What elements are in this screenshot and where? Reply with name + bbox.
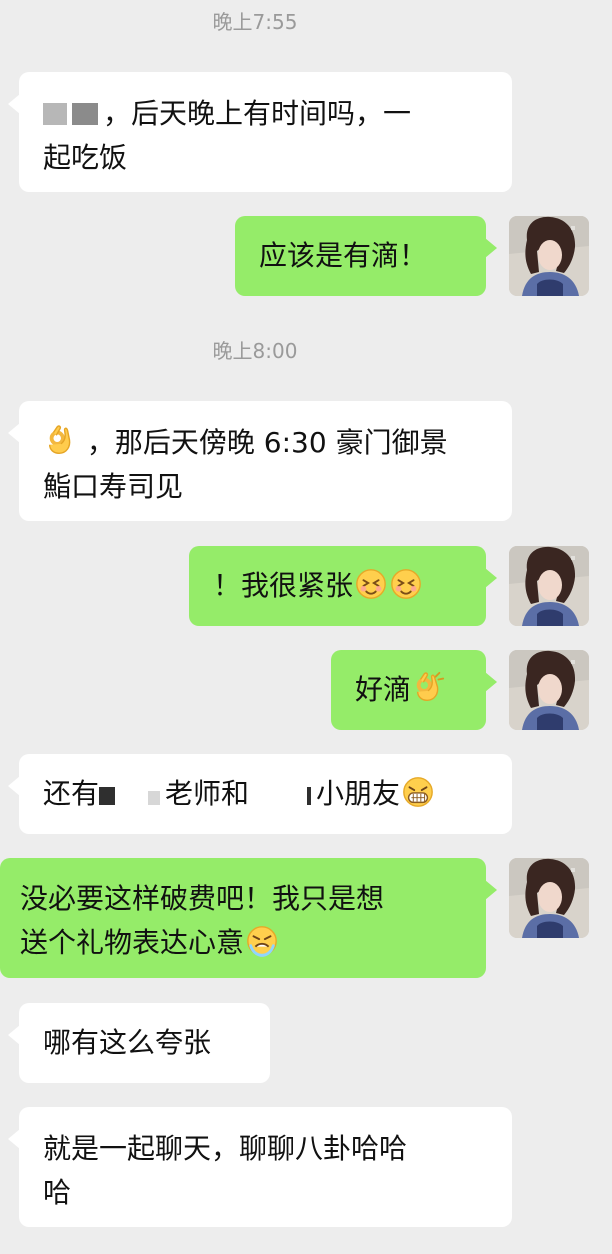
grin-icon	[401, 775, 435, 809]
message-bubble-outgoing-2[interactable]: ！我很紧张	[189, 546, 497, 626]
message-text: ，那后天傍晚 6:30 豪门御景	[86, 426, 448, 459]
chat-thread: 晚上7:55 ，后天晚上有时间吗，一 起吃饭 应该是有滴！ 晚上8:00 ，那后…	[0, 0, 612, 1254]
timestamp-2: 晚上8:00	[212, 339, 298, 363]
redaction-mark	[72, 103, 98, 125]
ok-hand-icon	[412, 671, 446, 705]
message-text: 哪有这么夸张	[43, 1026, 212, 1059]
redaction-mark	[307, 787, 312, 805]
message-text: ，后天晚上有时间吗，一	[103, 97, 412, 130]
ok-hand-icon	[44, 424, 78, 458]
avatar[interactable]	[509, 858, 589, 938]
redaction-mark	[43, 103, 67, 125]
avatar[interactable]	[509, 546, 589, 626]
message-text: 还有	[43, 777, 100, 810]
avatar[interactable]	[509, 650, 589, 730]
redaction-mark	[148, 791, 161, 805]
message-bubble-outgoing-1[interactable]: 应该是有滴！	[235, 216, 497, 296]
message-bubble-outgoing-3[interactable]: 好滴	[331, 650, 497, 730]
message-text: 起吃饭	[43, 141, 128, 174]
message-text: 老师和	[165, 777, 250, 810]
message-text: 送个礼物表达心意	[20, 926, 245, 959]
message-bubble-incoming-2[interactable]: ，那后天傍晚 6:30 豪门御景 鮨口寿司见	[8, 401, 512, 521]
avatar[interactable]	[509, 216, 589, 296]
message-text: 鮨口寿司见	[43, 470, 184, 503]
message-bubble-incoming-3[interactable]: 还有 老师和 小朋友	[8, 754, 512, 834]
message-text: 哈	[43, 1176, 72, 1209]
message-text: 应该是有滴！	[259, 239, 428, 272]
redaction-mark	[99, 787, 116, 805]
timestamp-1: 晚上7:55	[212, 10, 298, 34]
message-text: 好滴	[355, 673, 412, 706]
message-bubble-outgoing-4[interactable]: 没必要这样破费吧！我只是想 送个礼物表达心意	[0, 858, 497, 978]
blush-icon	[389, 567, 423, 601]
message-bubble-incoming-4[interactable]: 哪有这么夸张	[8, 1003, 270, 1083]
grimace-icon	[245, 924, 279, 958]
message-text: 没必要这样破费吧！我只是想	[20, 882, 385, 915]
message-text: 就是一起聊天，聊聊八卦哈哈	[43, 1132, 408, 1165]
message-text: ！我很紧张	[213, 569, 354, 602]
blush-icon	[354, 567, 388, 601]
message-bubble-incoming-5[interactable]: 就是一起聊天，聊聊八卦哈哈 哈	[8, 1107, 512, 1227]
message-bubble-incoming-1[interactable]: ，后天晚上有时间吗，一 起吃饭	[8, 72, 512, 192]
message-text: 小朋友	[316, 777, 401, 810]
